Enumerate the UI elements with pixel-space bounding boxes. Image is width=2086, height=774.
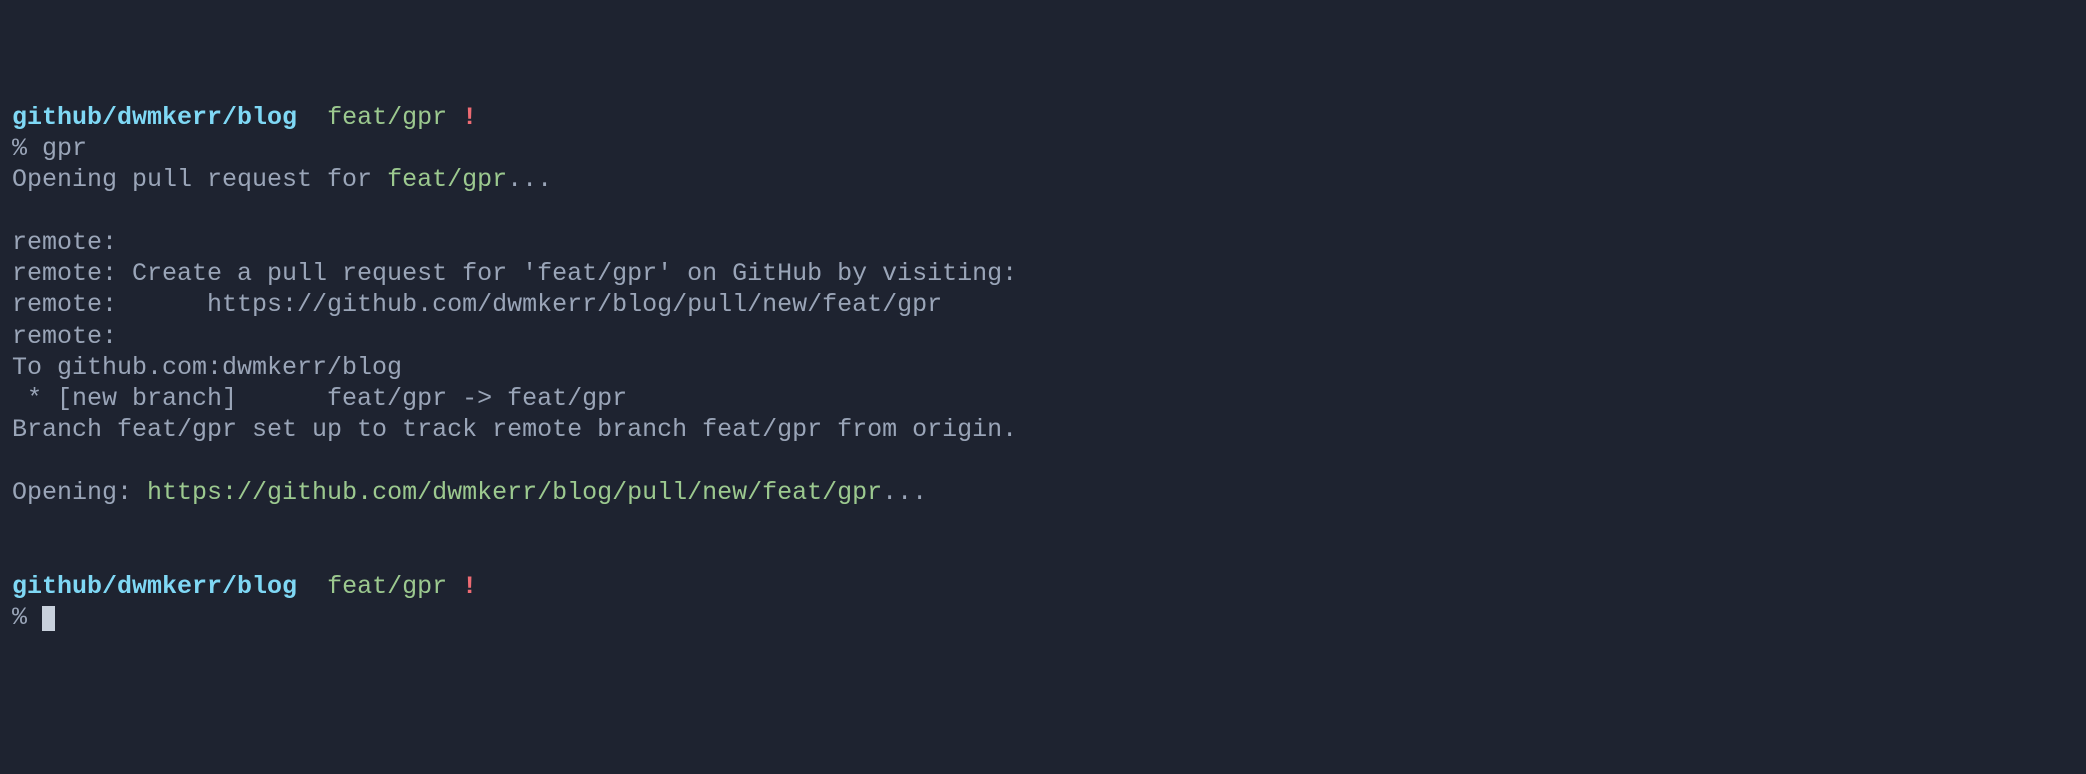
opening-prefix: Opening pull request for — [12, 165, 387, 194]
command-text: gpr — [42, 134, 87, 163]
opening2-ellipsis: ... — [882, 478, 927, 507]
prompt-symbol: % — [12, 134, 27, 163]
remote-line-2: remote: Create a pull request for 'feat/… — [12, 258, 2074, 289]
command-line-1: % gpr — [12, 133, 2074, 164]
opening-url-line: Opening: https://github.com/dwmkerr/blog… — [12, 477, 2074, 508]
track-line: Branch feat/gpr set up to track remote b… — [12, 414, 2074, 445]
prompt-path: github/dwmkerr/blog — [12, 572, 297, 601]
output-opening-pr: Opening pull request for feat/gpr... — [12, 164, 2074, 195]
prompt-line-1: github/dwmkerr/blog feat/gpr ! — [12, 102, 2074, 133]
opening-ellipsis: ... — [507, 165, 552, 194]
remote-line-3: remote: https://github.com/dwmkerr/blog/… — [12, 289, 2074, 320]
cursor-icon — [42, 606, 55, 631]
prompt-dirty-icon: ! — [462, 572, 477, 601]
to-line: To github.com:dwmkerr/blog — [12, 352, 2074, 383]
blank-line — [12, 196, 2074, 227]
prompt-branch: feat/gpr — [327, 572, 447, 601]
prompt-symbol: % — [12, 603, 27, 632]
opening-branch: feat/gpr — [387, 165, 507, 194]
command-line-2[interactable]: % — [12, 602, 2074, 633]
prompt-path: github/dwmkerr/blog — [12, 103, 297, 132]
prompt-line-2: github/dwmkerr/blog feat/gpr ! — [12, 571, 2074, 602]
remote-line-1: remote: — [12, 227, 2074, 258]
opening2-prefix: Opening: — [12, 478, 147, 507]
opening2-url: https://github.com/dwmkerr/blog/pull/new… — [147, 478, 882, 507]
blank-line — [12, 508, 2074, 539]
blank-line — [12, 539, 2074, 570]
terminal[interactable]: github/dwmkerr/blog feat/gpr !% gprOpeni… — [12, 102, 2074, 633]
new-branch-line: * [new branch] feat/gpr -> feat/gpr — [12, 383, 2074, 414]
remote-line-4: remote: — [12, 321, 2074, 352]
blank-line — [12, 446, 2074, 477]
prompt-branch: feat/gpr — [327, 103, 447, 132]
prompt-dirty-icon: ! — [462, 103, 477, 132]
